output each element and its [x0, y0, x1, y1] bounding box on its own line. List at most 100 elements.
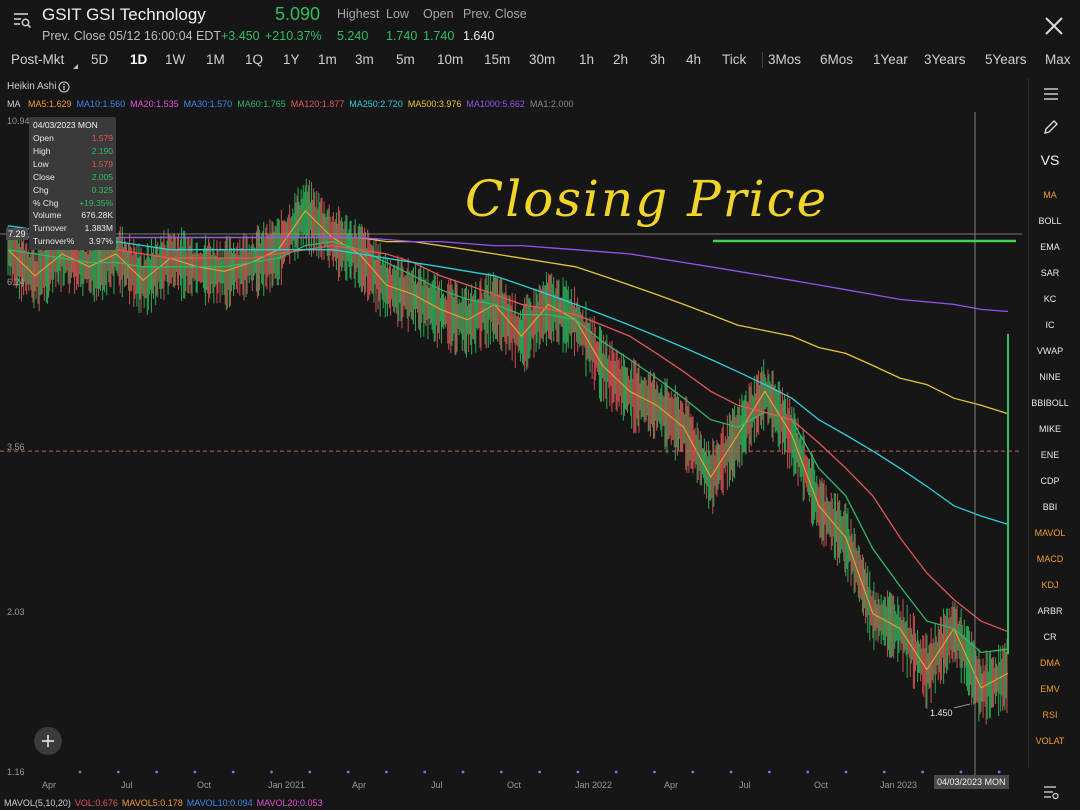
indicator-ene[interactable]: ENE [1028, 450, 1072, 460]
x-tick-label: Oct [814, 780, 829, 790]
tab-3years[interactable]: 3Years [924, 52, 966, 67]
tab-1d[interactable]: 1D [130, 52, 147, 67]
low-marker-leader [953, 703, 971, 709]
tooltip-key: Chg [33, 184, 49, 195]
chart-settings-lines-icon[interactable] [1042, 86, 1060, 102]
event-dot [576, 770, 580, 774]
quote-header: GSIT GSI Technology 5.090 Prev. Close 05… [0, 0, 1080, 48]
x-tick-label: Apr [42, 780, 57, 790]
tab-1w[interactable]: 1W [165, 52, 185, 67]
tab-1h[interactable]: 1h [579, 52, 594, 67]
chart-type-label[interactable]: Heikin Ashi [7, 81, 56, 92]
tab-5d[interactable]: 5D [91, 52, 108, 67]
x-tick-label: Jan 2022 [575, 780, 613, 790]
tab-max[interactable]: Max [1045, 52, 1071, 67]
indicator-boll[interactable]: BOLL [1028, 216, 1072, 226]
event-dot [231, 770, 235, 774]
tab-30m[interactable]: 30m [529, 52, 555, 67]
event-dot [729, 770, 733, 774]
tab-2h[interactable]: 2h [613, 52, 628, 67]
highest-label: Highest [337, 7, 380, 21]
indicator-sar[interactable]: SAR [1028, 268, 1072, 278]
tab-6mos[interactable]: 6Mos [820, 52, 853, 67]
tab-3m[interactable]: 3m [355, 52, 374, 67]
close-icon[interactable] [1042, 14, 1066, 38]
tooltip-value: 2.190 [91, 145, 113, 156]
crosshair-date-label: 04/03/2023 MON [934, 775, 1009, 789]
tab-15m[interactable]: 15m [484, 52, 510, 67]
x-tick-label: Jan 2021 [268, 780, 306, 790]
indicator-ma[interactable]: MA [1028, 190, 1072, 200]
corner-triangle-icon [73, 64, 78, 69]
timeframe-divider [762, 52, 763, 68]
x-tick-label: Jul [121, 780, 133, 790]
tab-1q[interactable]: 1Q [245, 52, 263, 67]
tooltip-value: 676.28K [81, 210, 113, 221]
tooltip-value: 2.005 [91, 171, 113, 182]
event-dot [921, 770, 924, 774]
tooltip-value: +19.35% [79, 197, 113, 208]
tab-3h[interactable]: 3h [650, 52, 665, 67]
tab-1m-minute[interactable]: 1m [318, 52, 337, 67]
tooltip-row: Close 2.005 [33, 172, 113, 184]
period-low-marker: 1.450 [930, 708, 953, 718]
indicator-bbi[interactable]: BBI [1028, 502, 1072, 512]
price-chart[interactable]: Closing Price [0, 112, 1028, 777]
tooltip-row: High 2.190 [33, 146, 113, 158]
event-dot [499, 770, 503, 774]
low-label: Low [386, 7, 409, 21]
event-dot [78, 770, 82, 774]
tooltip-key: Close [33, 171, 55, 182]
pencil-icon[interactable] [1042, 118, 1060, 136]
tab-5years[interactable]: 5Years [985, 52, 1027, 67]
tab-1m-month[interactable]: 1M [206, 52, 225, 67]
tab-4h[interactable]: 4h [686, 52, 701, 67]
indicator-macd[interactable]: MACD [1028, 554, 1072, 564]
info-icon[interactable] [58, 81, 70, 93]
mavol-legend-item: VOL:0.676 [74, 798, 118, 808]
closing-price-annotation: Closing Price [465, 170, 828, 228]
settings-list-icon[interactable] [1042, 783, 1060, 801]
tab-tick[interactable]: Tick [722, 52, 746, 67]
ma-legend-item: MA1000:5.662 [466, 99, 525, 109]
tooltip-key: Low [33, 158, 49, 169]
indicator-cr[interactable]: CR [1028, 632, 1072, 642]
indicator-nine[interactable]: NINE [1028, 372, 1072, 382]
highest-value: 5.240 [337, 29, 369, 43]
indicator-bbiboll[interactable]: BBIBOLL [1028, 398, 1072, 408]
compare-vs-button[interactable]: VS [1028, 152, 1072, 168]
indicator-emv[interactable]: EMV [1028, 684, 1072, 694]
indicator-kdj[interactable]: KDJ [1028, 580, 1072, 590]
tab-1y[interactable]: 1Y [283, 52, 300, 67]
indicator-mike[interactable]: MIKE [1028, 424, 1072, 434]
list-search-icon[interactable] [12, 10, 32, 30]
indicator-ema[interactable]: EMA [1028, 242, 1072, 252]
tab-1year[interactable]: 1Year [873, 52, 908, 67]
last-price: 5.090 [275, 4, 321, 24]
event-dot [882, 770, 886, 774]
indicator-mavol[interactable]: MAVOL [1028, 528, 1072, 538]
indicator-ic[interactable]: IC [1028, 320, 1072, 330]
event-dot [346, 770, 350, 774]
indicator-rsi[interactable]: RSI [1028, 710, 1072, 720]
indicator-vwap[interactable]: VWAP [1028, 346, 1072, 356]
crosshair-price-label: 7.29 [6, 228, 28, 240]
tooltip-key: % Chg [33, 197, 59, 208]
add-button[interactable] [34, 727, 62, 755]
ma-label: MA [7, 99, 21, 109]
tab-3mos[interactable]: 3Mos [768, 52, 801, 67]
tab-10m[interactable]: 10m [437, 52, 463, 67]
tab-5m[interactable]: 5m [396, 52, 415, 67]
indicator-cdp[interactable]: CDP [1028, 476, 1072, 486]
tooltip-row: Turnover 1.383M [33, 223, 113, 235]
indicator-arbr[interactable]: ARBR [1028, 606, 1072, 616]
ma-legend-item: MA1:2.000 [529, 99, 574, 109]
indicator-kc[interactable]: KC [1028, 294, 1072, 304]
tab-post-mkt[interactable]: Post-Mkt [11, 52, 64, 67]
indicator-dma[interactable]: DMA [1028, 658, 1072, 668]
indicator-volat[interactable]: VOLAT [1028, 736, 1072, 746]
ma-legend-item: MA120:1.877 [290, 99, 345, 109]
plus-icon [42, 735, 54, 747]
tooltip-row: Low 1.579 [33, 159, 113, 171]
event-dot [385, 770, 388, 774]
